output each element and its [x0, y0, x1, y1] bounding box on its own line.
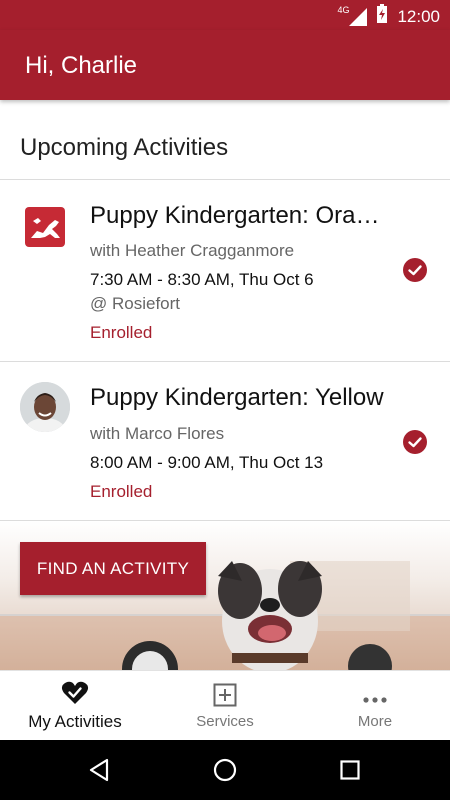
enrollment-status: Enrolled	[90, 482, 153, 501]
activity-card[interactable]: Puppy Kindergarten: Yellow with Marco Fl…	[0, 362, 450, 520]
signal-icon: 4G	[337, 5, 368, 26]
nav-label: More	[357, 713, 393, 730]
nav-services[interactable]: Services	[150, 671, 300, 741]
nav-label: My Activities	[28, 712, 122, 731]
back-icon[interactable]	[88, 758, 110, 787]
clock: 12:00	[397, 6, 440, 26]
greeting: Hi, Charlie	[25, 52, 138, 79]
dog-stretch-icon	[25, 207, 65, 247]
activity-name: Puppy Kindergarten: Ora…	[90, 202, 380, 229]
enrollment-status: Enrolled	[90, 323, 153, 342]
plus-box-icon	[213, 683, 237, 712]
instructor-avatar	[20, 382, 70, 432]
status-bar: 4G 12:00	[0, 0, 450, 30]
nav-more[interactable]: More	[300, 671, 450, 741]
activity-instructor: with Heather Cragganmore	[90, 241, 295, 260]
activity-instructor: with Marco Flores	[90, 424, 225, 443]
nav-my-activities[interactable]: My Activities	[0, 671, 150, 741]
status-icons: 4G 12:00	[337, 4, 440, 29]
activity-location: @ Rosiefort	[90, 294, 181, 313]
bottom-nav: My Activities Services More	[0, 670, 450, 741]
find-activity-button[interactable]: FIND AN ACTIVITY	[20, 542, 206, 595]
nav-label: Services	[196, 713, 254, 730]
activity-name: Puppy Kindergarten: Yellow	[90, 384, 384, 411]
activity-time: 7:30 AM - 8:30 AM, Thu Oct 6	[90, 270, 314, 289]
battery-icon	[375, 4, 389, 29]
more-dots-icon	[363, 691, 387, 709]
home-icon[interactable]	[213, 758, 237, 787]
recents-icon[interactable]	[340, 760, 360, 785]
enrolled-check-icon	[403, 430, 427, 454]
enrolled-check-icon	[403, 258, 427, 282]
heart-check-icon	[61, 680, 89, 711]
section-title: Upcoming Activities	[20, 134, 229, 161]
activity-time: 8:00 AM - 9:00 AM, Thu Oct 13	[90, 453, 324, 472]
activity-card[interactable]: Puppy Kindergarten: Ora… with Heather Cr…	[0, 180, 450, 361]
app-bar: Hi, Charlie	[0, 30, 450, 100]
system-nav-bar	[0, 740, 450, 800]
network-type: 4G	[337, 4, 350, 15]
